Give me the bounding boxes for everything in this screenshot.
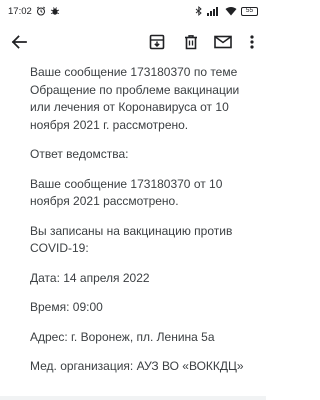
response-heading: Ответ ведомства:	[30, 147, 129, 161]
signal-icon	[207, 6, 221, 16]
appointment-date: Дата: 14 апреля 2022	[30, 270, 150, 285]
more-options-button[interactable]	[242, 30, 262, 54]
mark-unread-button[interactable]	[211, 30, 235, 54]
status-time: 17:02	[8, 5, 32, 17]
bottom-divider	[0, 396, 266, 400]
message-intro: Ваше сообщение 173180370 по теме Обращен…	[30, 65, 240, 132]
appointment-time: Время: 09:00	[30, 300, 103, 314]
bug-icon	[50, 6, 60, 16]
archive-icon	[149, 34, 165, 50]
appointment-address: Адрес: г. Воронеж, пл. Ленина 5а	[30, 329, 215, 344]
arrow-back-icon	[11, 35, 27, 49]
wifi-icon	[225, 6, 237, 16]
trash-icon	[185, 35, 197, 50]
message-toolbar	[0, 22, 266, 62]
vaccination-notice: Вы записаны на вакцинацию против COVID-1…	[30, 223, 233, 256]
delete-button[interactable]	[179, 30, 203, 54]
email-screen: 17:02 55 Ваше сообщение 173180370 по тем…	[0, 0, 266, 400]
alarm-icon	[36, 6, 46, 16]
more-vert-icon	[250, 35, 254, 49]
message-body: Ваше сообщение 173180370 по теме Обращен…	[30, 64, 260, 388]
bluetooth-icon	[195, 6, 203, 16]
battery-indicator: 55	[241, 6, 258, 16]
status-bar: 17:02 55	[0, 0, 266, 22]
mail-icon	[214, 35, 232, 49]
response-text: Ваше сообщение 173180370 от 10 ноября 20…	[30, 176, 223, 209]
back-button[interactable]	[7, 30, 31, 54]
archive-button[interactable]	[145, 30, 169, 54]
medical-organization: Мед. организация: АУЗ ВО «ВОККДЦ»	[30, 359, 244, 373]
